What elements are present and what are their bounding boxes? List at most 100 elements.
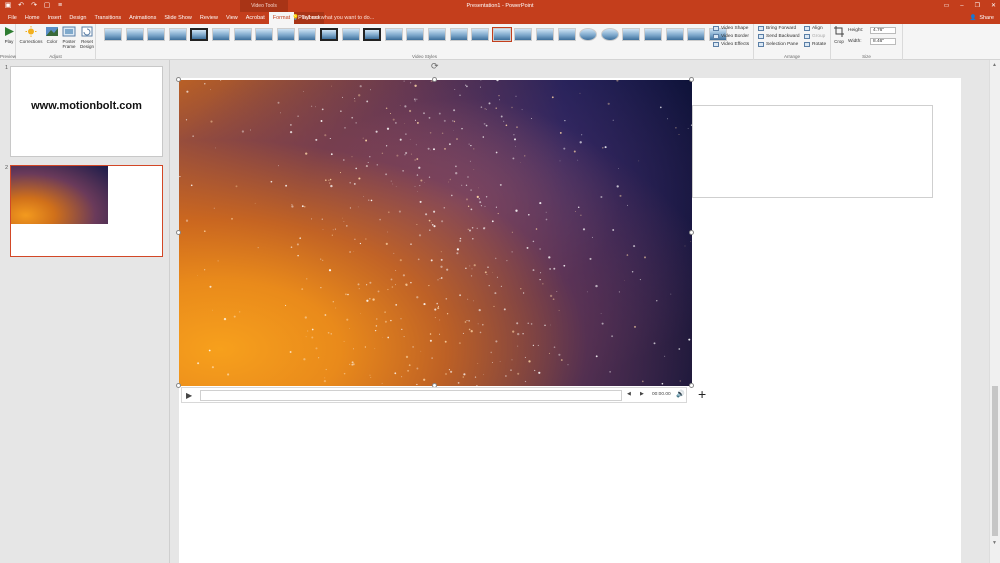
seek-bar[interactable] (200, 390, 622, 401)
star-particle (369, 89, 371, 91)
star-particle (656, 300, 658, 302)
video-style-thumbnail[interactable] (147, 28, 166, 41)
group-button[interactable]: Group (804, 33, 825, 40)
video-style-thumbnail[interactable] (298, 28, 317, 41)
video-style-thumbnail[interactable] (363, 28, 382, 41)
video-style-thumbnail[interactable] (622, 28, 641, 41)
video-style-thumbnail[interactable] (384, 28, 403, 41)
video-style-thumbnail[interactable] (644, 28, 662, 41)
star-particle (515, 209, 518, 212)
tab-transitions[interactable]: Transitions (90, 12, 125, 24)
tab-format[interactable]: Format (268, 12, 295, 24)
crop-button[interactable]: Crop (833, 26, 845, 44)
video-style-thumbnail[interactable] (428, 28, 446, 41)
video-style-thumbnail[interactable] (557, 28, 576, 41)
tab-insert[interactable]: Insert (44, 12, 66, 24)
resize-handle-right[interactable] (689, 230, 694, 235)
video-style-thumbnail[interactable] (233, 28, 252, 41)
video-style-thumbnail[interactable] (491, 27, 512, 42)
resize-handle-top-left[interactable] (176, 77, 181, 82)
star-particle (384, 311, 386, 314)
redo-icon[interactable]: ↷ (30, 1, 38, 11)
tab-home[interactable]: Home (21, 12, 44, 24)
video-style-thumbnail[interactable] (687, 28, 706, 41)
star-particle (626, 254, 629, 256)
reset-design-button[interactable]: Reset Design (78, 26, 96, 49)
height-input[interactable]: 4.76" (870, 27, 896, 34)
resize-handle-bottom-right[interactable] (689, 383, 694, 388)
tab-file[interactable]: File (4, 12, 21, 24)
video-shape-button[interactable]: Video Shape (713, 25, 748, 32)
video-object[interactable] (179, 80, 692, 386)
slide-thumbnail-1[interactable]: www.motionbolt.com (10, 66, 163, 157)
video-style-thumbnail[interactable] (600, 28, 619, 41)
vertical-scrollbar[interactable]: ▲ ▼ (989, 60, 1000, 563)
scroll-down-icon[interactable]: ▼ (992, 540, 997, 546)
video-style-thumbnail[interactable] (168, 28, 187, 41)
star-particle (330, 153, 333, 156)
customize-qat-icon[interactable]: ≡ (56, 1, 64, 11)
scrollbar-thumb[interactable] (992, 386, 998, 536)
resize-handle-top[interactable] (432, 77, 437, 82)
video-style-thumbnail[interactable] (341, 28, 360, 41)
move-forward-button[interactable]: ▶ (640, 391, 644, 397)
play-pause-button[interactable]: ▶ (186, 391, 196, 401)
tab-acrobat[interactable]: Acrobat (242, 12, 269, 24)
start-from-beginning-icon[interactable]: ▢ (43, 1, 51, 11)
undo-icon[interactable]: ↶ (17, 1, 25, 11)
resize-handle-top-right[interactable] (689, 77, 694, 82)
video-style-thumbnail[interactable] (471, 28, 490, 41)
tab-review[interactable]: Review (196, 12, 222, 24)
video-style-thumbnail[interactable] (579, 28, 598, 41)
align-button[interactable]: Align (804, 25, 823, 32)
tell-me-search[interactable]: 💡 Tell me what you want to do... (292, 12, 374, 24)
scroll-up-icon[interactable]: ▲ (992, 62, 997, 68)
share-button[interactable]: 👤 Share (969, 12, 994, 24)
video-style-thumbnail[interactable] (190, 28, 209, 41)
star-particle (429, 333, 432, 335)
star-particle (325, 368, 327, 371)
restore-icon[interactable]: ❐ (975, 0, 980, 12)
video-style-thumbnail[interactable] (255, 28, 274, 41)
video-style-thumbnail[interactable] (514, 28, 533, 41)
video-style-thumbnail[interactable] (406, 28, 425, 41)
star-particle (467, 176, 469, 178)
volume-icon[interactable]: 🔊 (676, 390, 685, 398)
rotate-handle-icon[interactable]: ⟳ (431, 61, 439, 72)
video-style-thumbnail[interactable] (276, 28, 295, 41)
resize-handle-left[interactable] (176, 230, 181, 235)
star-particle (465, 267, 467, 269)
poster-frame-button[interactable]: Poster Frame (59, 26, 79, 49)
bring-forward-button[interactable]: Bring Forward (758, 25, 796, 32)
selection-pane-button[interactable]: Selection Pane (758, 41, 798, 48)
send-backward-button[interactable]: Send Backward (758, 33, 800, 40)
star-particle (582, 228, 586, 231)
minimize-icon[interactable]: – (960, 0, 963, 12)
star-particle (416, 223, 418, 226)
video-style-thumbnail[interactable] (449, 28, 468, 41)
tab-slide-show[interactable]: Slide Show (160, 12, 196, 24)
video-border-button[interactable]: Video Border (713, 33, 749, 40)
tab-view[interactable]: View (222, 12, 242, 24)
tab-animations[interactable]: Animations (125, 12, 160, 24)
video-style-thumbnail[interactable] (212, 28, 230, 41)
content-placeholder[interactable] (692, 105, 933, 198)
close-icon[interactable]: ✕ (991, 0, 996, 12)
star-particle (429, 132, 432, 134)
video-styles-group: Video Shape Video Border Video Effects V… (96, 24, 754, 60)
ribbon-display-options-icon[interactable]: ▭ (944, 0, 950, 12)
save-icon[interactable]: ▣ (4, 1, 12, 11)
video-style-thumbnail[interactable] (665, 28, 684, 41)
width-input[interactable]: 8.46" (870, 38, 896, 45)
corrections-button[interactable]: Corrections (19, 26, 43, 44)
video-style-thumbnail[interactable] (125, 28, 144, 41)
rotate-button[interactable]: Rotate (804, 41, 826, 48)
slide-thumbnail-2[interactable] (10, 165, 163, 257)
video-style-thumbnail[interactable] (536, 28, 554, 41)
video-effects-button[interactable]: Video Effects (713, 41, 749, 48)
tab-design[interactable]: Design (65, 12, 90, 24)
color-label: Color (46, 39, 58, 44)
video-style-thumbnail[interactable] (104, 28, 122, 41)
video-style-thumbnail[interactable] (320, 28, 338, 41)
move-back-button[interactable]: ◀ (627, 391, 631, 397)
